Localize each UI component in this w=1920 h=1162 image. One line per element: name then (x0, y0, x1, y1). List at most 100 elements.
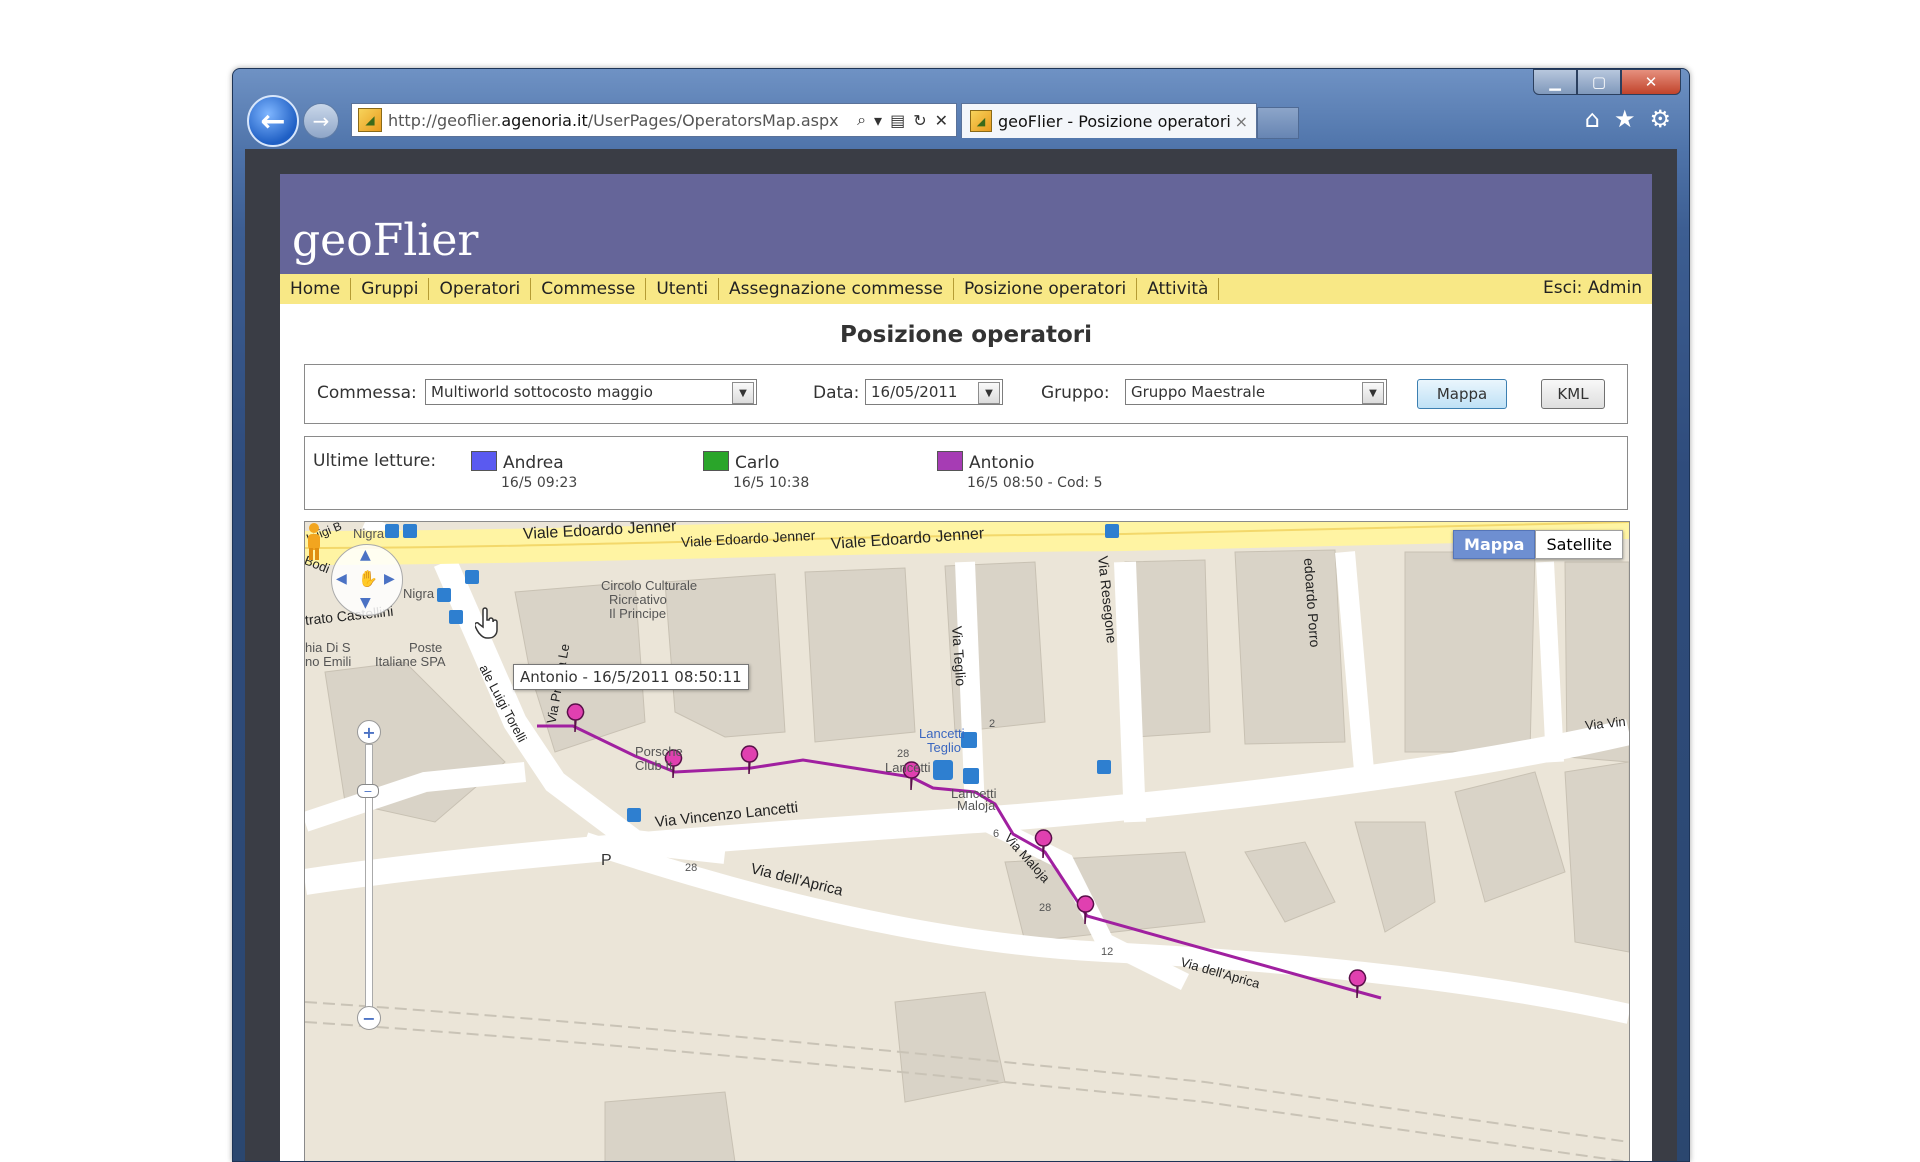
legend-entry-andrea: Andrea (471, 451, 564, 473)
poi-label: Club It (635, 758, 673, 773)
arrow-right-icon: → (312, 109, 330, 133)
pan-left-icon[interactable]: ◀ (336, 571, 347, 587)
color-swatch (937, 451, 963, 471)
maximize-button[interactable]: ▢ (1577, 69, 1621, 95)
tram-stop-icon[interactable] (403, 524, 417, 538)
menu-item-operatori[interactable]: Operatori (429, 278, 532, 300)
map-type-switch: Mappa Satellite (1453, 530, 1623, 559)
forward-button[interactable]: → (303, 103, 339, 139)
tram-stop-icon[interactable] (465, 570, 479, 584)
filter-panel: Commessa: Multiworld sottocosto maggio ▼… (304, 364, 1628, 424)
menu-item-utenti[interactable]: Utenti (646, 278, 720, 300)
app-logo[interactable]: geoFlier (292, 215, 478, 266)
commessa-label: Commessa: (317, 383, 417, 403)
map-pan-control[interactable]: ▲ ▼ ◀ ▶ ✋ (331, 544, 403, 616)
url-path: /UserPages/OperatorsMap.aspx (587, 110, 839, 130)
tram-stop-icon[interactable] (963, 768, 979, 784)
poi-label: P (601, 852, 612, 869)
page-title: Posizione operatori (839, 322, 1093, 348)
mappa-button[interactable]: Mappa (1417, 379, 1507, 409)
tram-stop-icon[interactable] (1105, 524, 1119, 538)
commessa-select[interactable]: Multiworld sottocosto maggio ▼ (425, 379, 757, 405)
poi-label: Circolo Culturale (601, 578, 698, 593)
pan-up-icon[interactable]: ▲ (360, 547, 371, 563)
browser-viewport: geoFlier Home Gruppi Operatori Commesse … (245, 149, 1677, 1161)
legend-title: Ultime letture: (313, 451, 437, 471)
tram-stop-icon[interactable] (627, 808, 641, 822)
logout-link[interactable]: Esci: Admin (1543, 278, 1642, 298)
poi-label: Il Principe (609, 606, 667, 621)
poi-label: Teglio (927, 740, 961, 755)
web-page: geoFlier Home Gruppi Operatori Commesse … (280, 174, 1652, 1161)
kml-button[interactable]: KML (1541, 379, 1605, 409)
window-controls: ▁ ▢ ✕ (1533, 69, 1681, 95)
poi-label: Nigra (353, 526, 385, 541)
zoom-control[interactable]: + − − (357, 720, 381, 1030)
zoom-slider-thumb[interactable]: − (357, 784, 379, 798)
operators-map[interactable]: Viale Edoardo Jenner Viale Edoardo Jenne… (304, 521, 1630, 1161)
chevron-down-icon[interactable]: ▼ (978, 382, 1000, 404)
operator-time: 16/5 08:50 - Cod: 5 (967, 475, 1103, 491)
star-icon[interactable]: ★ (1614, 105, 1636, 133)
chevron-down-icon[interactable]: ▼ (1362, 382, 1384, 404)
map-type-mappa[interactable]: Mappa (1453, 530, 1536, 559)
pan-right-icon[interactable]: ▶ (384, 571, 395, 587)
operator-name: Antonio (969, 453, 1035, 473)
poi-label: Italiane SPA (375, 654, 446, 669)
dropdown-icon[interactable]: ▾ (874, 111, 882, 130)
data-select[interactable]: 16/05/2011 ▼ (865, 379, 1003, 405)
gruppo-select[interactable]: Gruppo Maestrale ▼ (1125, 379, 1387, 405)
address-bar[interactable]: ◢ http://geoflier.agenoria.it/UserPages/… (351, 103, 957, 137)
poi-label: 6 (993, 828, 1000, 840)
pan-down-icon[interactable]: ▼ (360, 595, 371, 611)
map-type-satellite[interactable]: Satellite (1535, 530, 1623, 559)
map-canvas[interactable] (305, 522, 1629, 1161)
site-favicon-icon: ◢ (358, 108, 382, 132)
tram-stop-icon[interactable] (437, 588, 451, 602)
search-icon[interactable]: ⌕ (857, 110, 866, 130)
new-tab-button[interactable] (1257, 107, 1299, 139)
close-window-button[interactable]: ✕ (1621, 69, 1681, 95)
url-prefix: http://geoflier. (388, 110, 502, 130)
legend-entry-carlo: Carlo (703, 451, 779, 473)
main-menu: Home Gruppi Operatori Commesse Utenti As… (280, 274, 1652, 304)
compat-icon[interactable]: ▤ (890, 111, 905, 130)
zoom-out-button[interactable]: − (357, 1006, 381, 1030)
menu-item-commesse[interactable]: Commesse (531, 278, 647, 300)
pegman-icon[interactable] (305, 522, 323, 562)
tram-stop-icon[interactable] (933, 760, 953, 780)
gear-icon[interactable]: ⚙ (1649, 105, 1671, 133)
poi-label: 2 (989, 718, 996, 730)
chevron-down-icon[interactable]: ▼ (732, 382, 754, 404)
minimize-button[interactable]: ▁ (1533, 69, 1577, 95)
stop-icon[interactable]: ✕ (935, 111, 948, 130)
tram-stop-icon[interactable] (385, 524, 399, 538)
menu-item-assegnazione-commesse[interactable]: Assegnazione commesse (719, 278, 955, 300)
tram-stop-icon[interactable] (449, 610, 463, 624)
legend-panel: Ultime letture: Andrea 16/5 09:23 Carlo … (304, 436, 1628, 510)
data-label: Data: (813, 383, 860, 403)
refresh-icon[interactable]: ↻ (913, 111, 926, 130)
gruppo-label: Gruppo: (1041, 383, 1110, 403)
operator-time: 16/5 09:23 (501, 475, 578, 491)
close-tab-icon[interactable]: × (1235, 112, 1248, 131)
poi-label: 28 (685, 862, 698, 874)
home-icon[interactable]: ⌂ (1585, 105, 1600, 133)
tram-stop-icon[interactable] (1097, 760, 1111, 774)
back-button[interactable]: ← (247, 95, 299, 147)
menu-item-gruppi[interactable]: Gruppi (351, 278, 430, 300)
header-banner: geoFlier (280, 174, 1652, 274)
zoom-in-button[interactable]: + (357, 720, 381, 744)
menu-item-posizione-operatori[interactable]: Posizione operatori (954, 278, 1138, 300)
browser-toolbar: ⌂ ★ ⚙ (1585, 105, 1671, 133)
tab-geoflier[interactable]: ◢ geoFlier - Posizione operatori × (961, 103, 1257, 138)
hand-icon: ✋ (358, 569, 378, 588)
menu-item-attivita[interactable]: Attività (1137, 278, 1220, 300)
tab-title: geoFlier - Posizione operatori (998, 111, 1231, 131)
legend-entry-antonio: Antonio (937, 451, 1034, 473)
menu-item-home[interactable]: Home (280, 278, 352, 300)
operator-name: Andrea (503, 453, 564, 473)
poi-label: Porsche (635, 744, 683, 759)
url-text[interactable]: http://geoflier.agenoria.it/UserPages/Op… (388, 111, 857, 130)
poi-label: Nigra (403, 586, 435, 601)
